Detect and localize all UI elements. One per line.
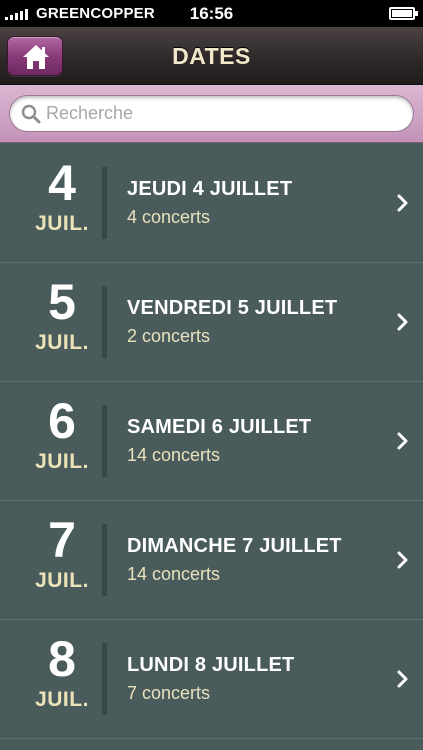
row-divider <box>102 643 107 715</box>
date-title: SAMEDI 6 JUILLET <box>127 416 312 438</box>
navigation-bar: DATES <box>0 27 423 85</box>
status-bar: GREENCOPPER 16:56 <box>0 0 423 27</box>
date-row[interactable]: 4 JUIL. JEUDI 4 JUILLET 4 concerts <box>0 144 423 263</box>
chevron-right-icon <box>397 194 408 212</box>
concert-count: 4 concerts <box>127 207 211 227</box>
row-divider <box>102 524 107 596</box>
chevron-right-icon <box>397 551 408 569</box>
battery-icon <box>389 7 418 20</box>
row-divider <box>102 167 107 239</box>
search-bar <box>0 85 423 143</box>
date-row[interactable]: 6 JUIL. SAMEDI 6 JUILLET 14 concerts <box>0 382 423 501</box>
date-title: LUNDI 8 JUILLET <box>127 654 295 676</box>
chevron-right-icon <box>397 313 408 331</box>
row-divider <box>102 286 107 358</box>
magnifier-icon <box>21 104 41 124</box>
date-row[interactable]: 8 JUIL. LUNDI 8 JUILLET 7 concerts <box>0 620 423 739</box>
status-time: 16:56 <box>189 4 234 23</box>
date-title: JEUDI 4 JUILLET <box>127 178 293 200</box>
chevron-right-icon <box>397 670 408 688</box>
row-divider <box>102 405 107 477</box>
date-title: DIMANCHE 7 JUILLET <box>127 535 342 557</box>
dates-list: 4 JUIL. JEUDI 4 JUILLET 4 concerts 5 JUI… <box>0 144 423 739</box>
chevron-right-icon <box>397 432 408 450</box>
page-title: DATES <box>172 43 251 69</box>
date-title: VENDREDI 5 JUILLET <box>127 297 338 319</box>
date-row[interactable]: 7 JUIL. DIMANCHE 7 JUILLET 14 concerts <box>0 501 423 620</box>
date-row[interactable]: 5 JUIL. VENDREDI 5 JUILLET 2 concerts <box>0 263 423 382</box>
concert-count: 7 concerts <box>127 683 211 703</box>
search-input[interactable] <box>46 96 401 131</box>
concert-count: 2 concerts <box>127 326 211 346</box>
concert-count: 14 concerts <box>127 445 221 465</box>
concert-count: 14 concerts <box>127 564 221 584</box>
search-field[interactable] <box>9 95 414 132</box>
